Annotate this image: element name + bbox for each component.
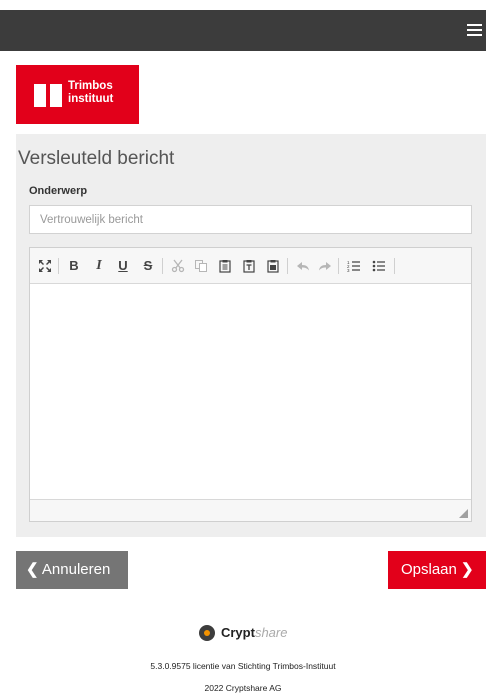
logo-text: Trimbos instituut [68,80,113,106]
toolbar-separator [338,258,339,274]
bold-icon[interactable]: B [66,258,82,274]
rich-text-editor: B I U S 1 2 3 [29,247,472,522]
paste-icon[interactable] [217,258,233,274]
brand-light: share [254,625,288,641]
copyright-line: 2022 Cryptshare AG [204,683,282,693]
undo-icon[interactable] [295,258,311,274]
toolbar-separator [394,258,395,274]
brand-bold: Crypt [220,625,255,641]
top-navigation-bar [0,10,486,51]
chevron-left-icon: ❮ [26,561,39,578]
strikethrough-icon[interactable]: S [140,258,156,274]
toolbar-separator [58,258,59,274]
paste-word-icon[interactable] [265,258,281,274]
italic-icon[interactable]: I [91,258,107,274]
cryptshare-logo-icon [198,624,215,641]
save-button[interactable]: Opslaan ❯ [388,551,486,589]
editor-content-area[interactable] [30,284,471,499]
logo-line-1: Trimbos [68,80,113,92]
save-button-label: Opslaan [401,561,457,578]
cancel-button[interactable]: ❮ Annuleren [16,551,128,589]
version-line: 5.3.0.9575 licentie van Stichting Trimbo… [150,661,336,671]
cryptshare-wordmark: Cryptshare [221,625,287,640]
page-title: Versleuteld bericht [18,148,175,169]
redo-icon[interactable] [317,258,333,274]
editor-toolbar: B I U S 1 2 3 [30,248,471,284]
maximize-icon[interactable] [37,258,53,274]
svg-text:3: 3 [347,268,350,273]
copy-icon[interactable] [193,258,209,274]
subject-input[interactable] [29,205,472,234]
editor-status-bar [30,499,471,521]
trimbos-logo-mark-icon [34,84,62,107]
cancel-button-label: Annuleren [41,561,111,578]
underline-icon[interactable]: U [115,258,131,274]
numbered-list-icon[interactable]: 123 [346,258,362,274]
bulleted-list-icon[interactable] [371,258,387,274]
cut-icon[interactable] [170,258,186,274]
hamburger-menu-icon[interactable] [464,20,484,40]
message-panel: Versleuteld bericht Onderwerp B I U S [16,134,486,537]
resize-handle-icon[interactable] [459,509,468,518]
cryptshare-logo: Cryptshare [0,624,486,642]
paste-text-icon[interactable] [241,258,257,274]
toolbar-separator [287,258,288,274]
subject-label: Onderwerp [29,185,88,197]
trimbos-logo: Trimbos instituut [16,65,139,124]
chevron-right-icon: ❯ [461,561,474,578]
toolbar-separator [162,258,163,274]
logo-line-2: instituut [68,93,114,105]
